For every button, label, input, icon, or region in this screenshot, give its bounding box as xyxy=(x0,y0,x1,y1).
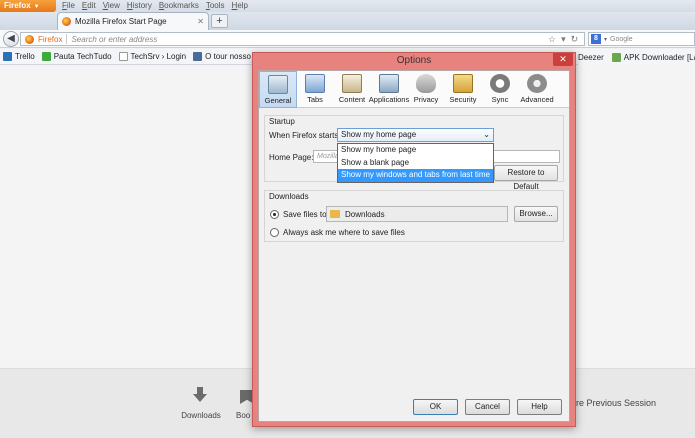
firefox-identity-icon xyxy=(25,34,34,44)
pane-content[interactable]: Content xyxy=(333,71,371,108)
download-folder-field[interactable]: Downloads xyxy=(326,206,508,222)
menu-history[interactable]: History xyxy=(127,0,152,12)
close-dialog-button[interactable]: ✕ xyxy=(553,53,573,66)
search-bar[interactable]: 8 ▾ Google xyxy=(588,32,695,46)
option-last-session[interactable]: Show my windows and tabs from last time xyxy=(338,169,493,182)
restore-default-button[interactable]: Restore to Default xyxy=(494,165,558,191)
ok-button[interactable]: OK xyxy=(413,399,458,415)
save-files-radio[interactable] xyxy=(270,210,279,219)
security-icon xyxy=(453,74,473,93)
startup-group-label: Startup xyxy=(269,117,295,126)
content-icon xyxy=(342,74,362,93)
pane-general[interactable]: General xyxy=(259,71,297,108)
chevron-down-icon[interactable]: ▾ xyxy=(604,36,607,43)
preferences-toolbar: General Tabs Content Applications Privac… xyxy=(259,71,569,108)
menu-edit[interactable]: Edit xyxy=(82,0,96,12)
folder-name: Downloads xyxy=(345,209,385,219)
pane-privacy[interactable]: Privacy xyxy=(407,71,445,108)
close-tab-icon[interactable]: ✕ xyxy=(197,17,204,26)
applications-icon xyxy=(379,74,399,93)
reload-icon[interactable]: ↻ xyxy=(571,33,579,45)
advanced-icon xyxy=(527,74,547,93)
when-starts-label: When Firefox starts: xyxy=(269,131,341,140)
always-ask-radio[interactable] xyxy=(270,228,279,237)
folder-icon xyxy=(330,210,340,218)
separator xyxy=(66,34,68,44)
page-icon xyxy=(118,52,128,61)
tabs-icon xyxy=(305,74,325,93)
downloads-group-label: Downloads xyxy=(269,192,309,201)
menu-bar: File Edit View History Bookmarks Tools H… xyxy=(62,0,248,12)
menu-file[interactable]: File xyxy=(62,0,75,12)
dropdown-icon[interactable]: ▾ xyxy=(561,33,566,45)
bookmark-deezer[interactable]: Deezer xyxy=(578,53,604,62)
startup-select[interactable]: Show my home page ⌄ xyxy=(337,128,494,142)
new-tab-button[interactable]: + xyxy=(211,14,228,28)
bookmark-apk[interactable]: APK Downloader [Late... xyxy=(611,52,695,62)
back-button[interactable]: ◀ xyxy=(3,31,19,47)
save-files-label[interactable]: Save files to xyxy=(283,210,327,219)
bookmark-pauta[interactable]: Pauta TechTudo xyxy=(41,52,112,61)
url-bar-icons: ☆ ▾ ↻ xyxy=(548,33,578,45)
url-placeholder: Search or enter address xyxy=(71,34,158,44)
menu-tools[interactable]: Tools xyxy=(206,0,225,12)
browse-button[interactable]: Browse... xyxy=(514,206,558,222)
sync-icon xyxy=(490,74,510,93)
tab-start-page[interactable]: Mozilla Firefox Start Page ✕ xyxy=(57,12,209,30)
menu-bookmarks[interactable]: Bookmarks xyxy=(159,0,199,12)
pane-applications[interactable]: Applications xyxy=(369,71,409,108)
pane-tabs[interactable]: Tabs xyxy=(296,71,334,108)
bookmarks-launcher[interactable]: Boo xyxy=(236,411,250,420)
firefox-icon xyxy=(62,17,71,26)
url-bar[interactable]: Firefox Search or enter address xyxy=(20,32,585,46)
google-icon[interactable]: 8 xyxy=(591,34,601,44)
trello-icon xyxy=(3,52,12,61)
option-home-page[interactable]: Show my home page xyxy=(338,144,493,157)
pane-sync[interactable]: Sync xyxy=(481,71,519,108)
menu-help[interactable]: Help xyxy=(232,0,248,12)
general-icon xyxy=(268,75,288,94)
image-icon xyxy=(193,52,203,61)
tab-title: Mozilla Firefox Start Page xyxy=(75,17,167,26)
star-icon[interactable]: ☆ xyxy=(548,33,556,45)
chevron-down-icon: ▼ xyxy=(33,4,40,10)
option-blank-page[interactable]: Show a blank page xyxy=(338,157,493,170)
restore-session-button[interactable]: re Previous Session xyxy=(576,398,656,408)
home-page-label: Home Page: xyxy=(269,153,314,162)
help-button[interactable]: Help xyxy=(517,399,562,415)
privacy-icon xyxy=(416,74,436,93)
downloads-launcher[interactable]: Downloads xyxy=(181,411,221,420)
bookmarks-right: Deezer APK Downloader [Late... xyxy=(578,49,695,65)
startup-dropdown-list: Show my home page Show a blank page Show… xyxy=(337,143,494,183)
downloads-icon[interactable] xyxy=(192,387,208,403)
android-icon xyxy=(611,52,621,62)
sheet-icon xyxy=(41,52,51,61)
menu-view[interactable]: View xyxy=(103,0,120,12)
bookmark-techsrv[interactable]: TechSrv › Login xyxy=(118,52,186,61)
identity-label: Firefox xyxy=(38,34,63,44)
cancel-button[interactable]: Cancel xyxy=(465,399,510,415)
chevron-down-icon: ⌄ xyxy=(483,130,490,139)
bookmark-trello[interactable]: Trello xyxy=(3,52,35,61)
startup-selected-value: Show my home page xyxy=(341,130,417,139)
dialog-title: Options xyxy=(396,55,432,66)
always-ask-label[interactable]: Always ask me where to save files xyxy=(283,228,405,237)
pane-security[interactable]: Security xyxy=(444,71,482,108)
pane-advanced[interactable]: Advanced xyxy=(518,71,556,108)
firefox-menu-button[interactable]: Firefox ▼ xyxy=(0,0,56,12)
search-placeholder: Google xyxy=(610,35,633,43)
